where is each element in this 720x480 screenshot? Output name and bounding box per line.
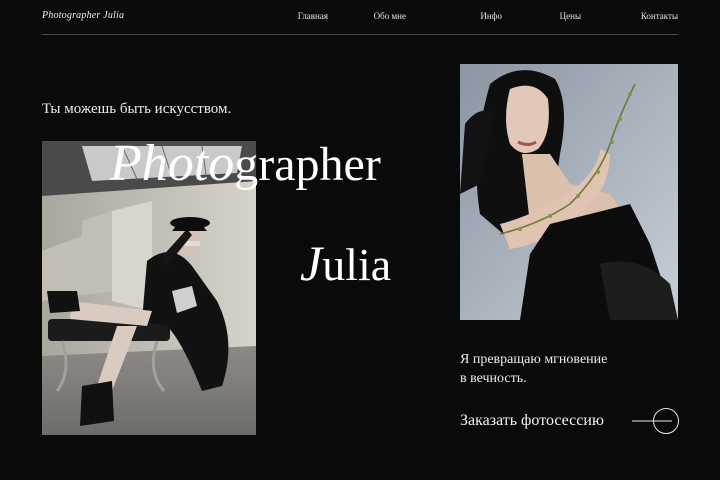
hero-tagline: Ты можешь быть искусством.	[42, 101, 232, 117]
nav-item-about[interactable]: Обо мне	[374, 11, 406, 21]
nav-item-contacts[interactable]: Контакты	[641, 11, 678, 21]
nav-item-home[interactable]: Главная	[298, 11, 328, 21]
nav-item-info[interactable]: Инфо	[480, 11, 502, 21]
nav-item-prices[interactable]: Цены	[560, 11, 581, 21]
hero-title-line2: Julia	[300, 238, 391, 288]
hero-description-line2: в вечность.	[460, 371, 527, 386]
site-header: Photographer Julia Главная Обо мне Инфо …	[42, 0, 678, 35]
photo-model-vine-image	[460, 64, 678, 320]
photo-model-vine	[460, 64, 678, 320]
hero-description: Я превращаю мгновение в вечность.	[460, 350, 680, 388]
book-session-label: Заказать фотосессию	[460, 412, 604, 429]
hero-title-script-2: J	[300, 235, 323, 291]
hero-title-rest-1: grapher	[234, 138, 381, 191]
hero-description-line1: Я превращаю мгновение	[460, 352, 608, 367]
hero-title-script-1: Photo	[110, 135, 235, 192]
hero-title-rest-2: ulia	[322, 239, 392, 290]
arrow-circle-icon	[632, 408, 679, 434]
hero-title-line1: Photographer	[110, 138, 381, 190]
book-session-button[interactable]: Заказать фотосессию	[460, 406, 680, 436]
logo[interactable]: Photographer Julia	[42, 10, 124, 21]
